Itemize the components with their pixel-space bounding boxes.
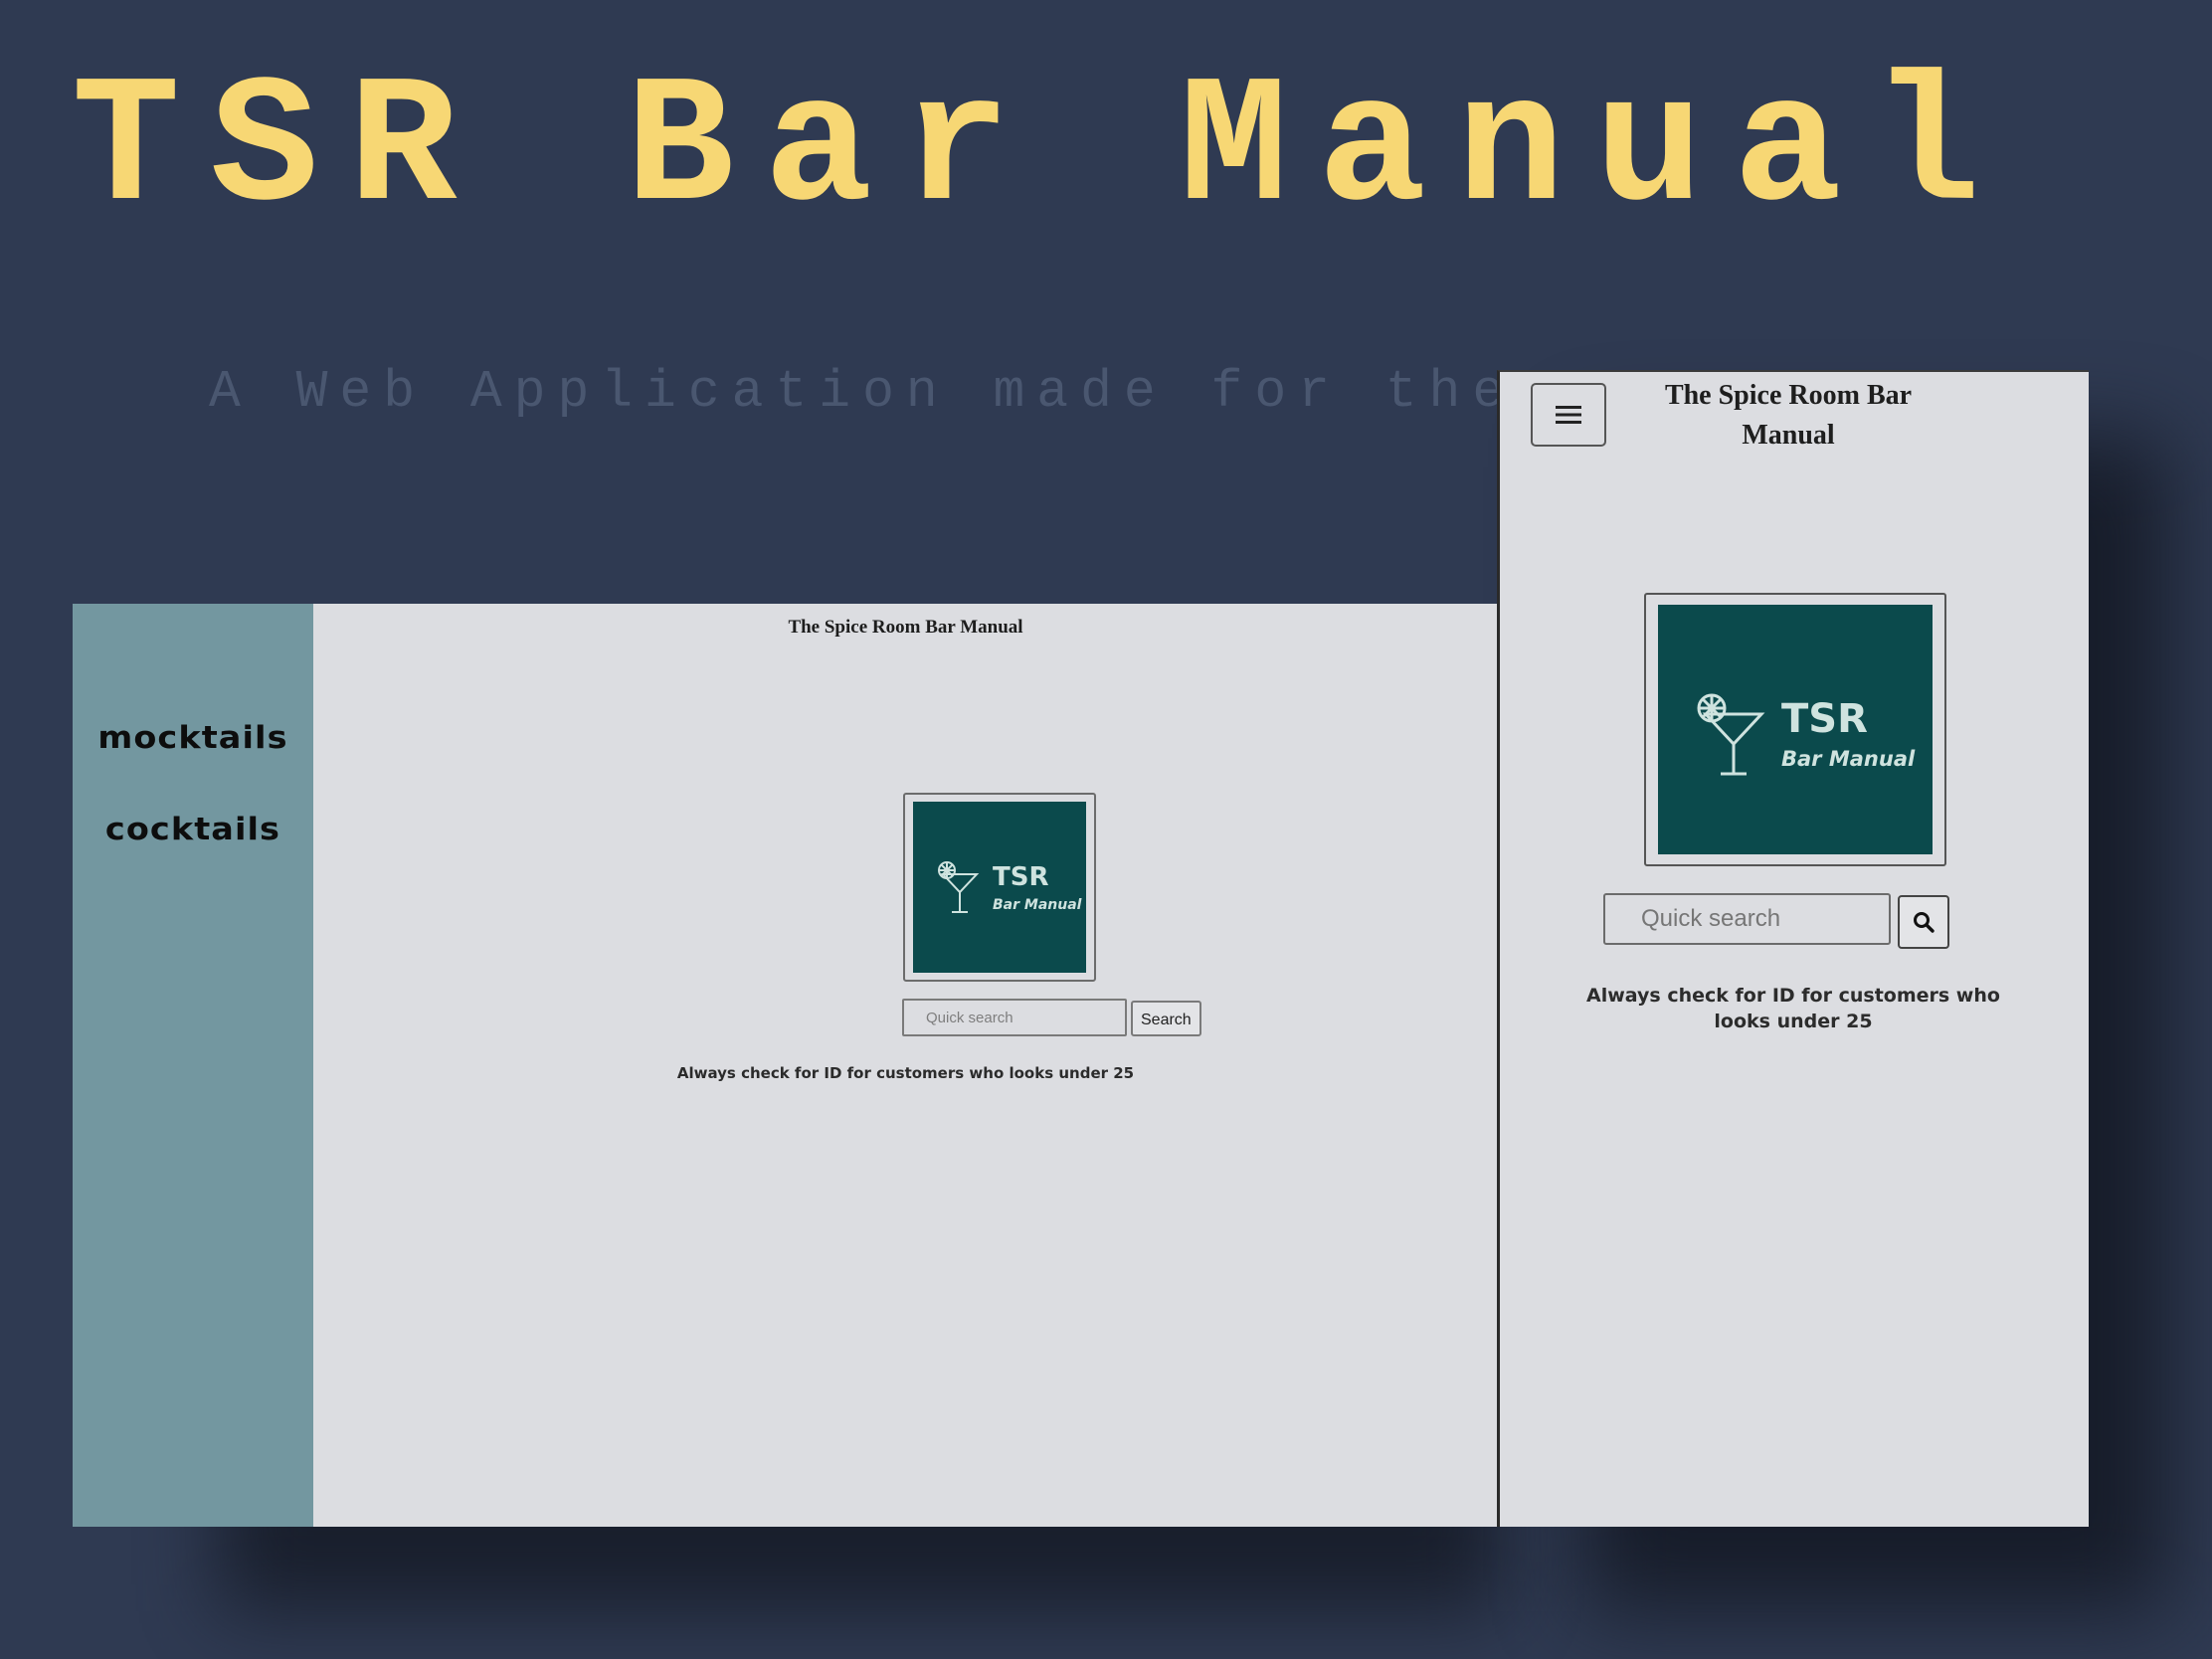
logo-script: Bar Manual — [993, 897, 1082, 913]
mobile-mockup: The Spice Room Bar Manual TSR Bar Manual — [1497, 370, 2089, 1527]
sidebar: mocktails cocktails — [73, 604, 313, 1527]
logo-script: Bar Manual — [1781, 747, 1916, 771]
hero-subtitle: A Web Application made for the Bar — [209, 362, 1691, 422]
hero-title: TSR Bar Manual — [72, 47, 2011, 253]
sidebar-item-cocktails[interactable]: cocktails — [63, 812, 322, 847]
sidebar-item-mocktails[interactable]: mocktails — [63, 720, 322, 756]
cocktail-glass-icon: TSR Bar Manual — [938, 861, 1082, 913]
hamburger-menu-icon — [1556, 406, 1581, 424]
search-bar: Search — [902, 999, 1201, 1036]
logo-text: TSR — [993, 862, 1048, 892]
tsr-logo: TSR Bar Manual — [1658, 605, 1933, 854]
id-check-notice: Always check for ID for customers who lo… — [676, 1064, 1135, 1082]
search-button[interactable]: Search — [1131, 1001, 1201, 1036]
id-check-notice: Always check for ID for customers who lo… — [1586, 985, 2000, 1032]
logo-text: TSR — [1781, 696, 1868, 742]
logo-frame: TSR Bar Manual — [903, 793, 1096, 982]
cocktail-glass-icon: TSR Bar Manual — [1697, 693, 1916, 776]
search-input[interactable] — [1603, 893, 1891, 945]
desktop-mockup: mocktails cocktails The Spice Room Bar M… — [73, 604, 1498, 1527]
search-icon — [1914, 912, 1935, 933]
tsr-logo: TSR Bar Manual — [913, 802, 1086, 973]
desktop-main-content: The Spice Room Bar Manual TSR Bar Manual… — [313, 604, 1498, 1527]
search-input[interactable] — [902, 999, 1127, 1036]
logo-frame: TSR Bar Manual — [1644, 593, 1946, 866]
search-button[interactable] — [1898, 895, 1949, 949]
page-title: The Spice Room Bar Manual — [1664, 380, 1913, 451]
hamburger-menu-button[interactable] — [1531, 383, 1606, 447]
page-title: The Spice Room Bar Manual — [788, 617, 1023, 638]
